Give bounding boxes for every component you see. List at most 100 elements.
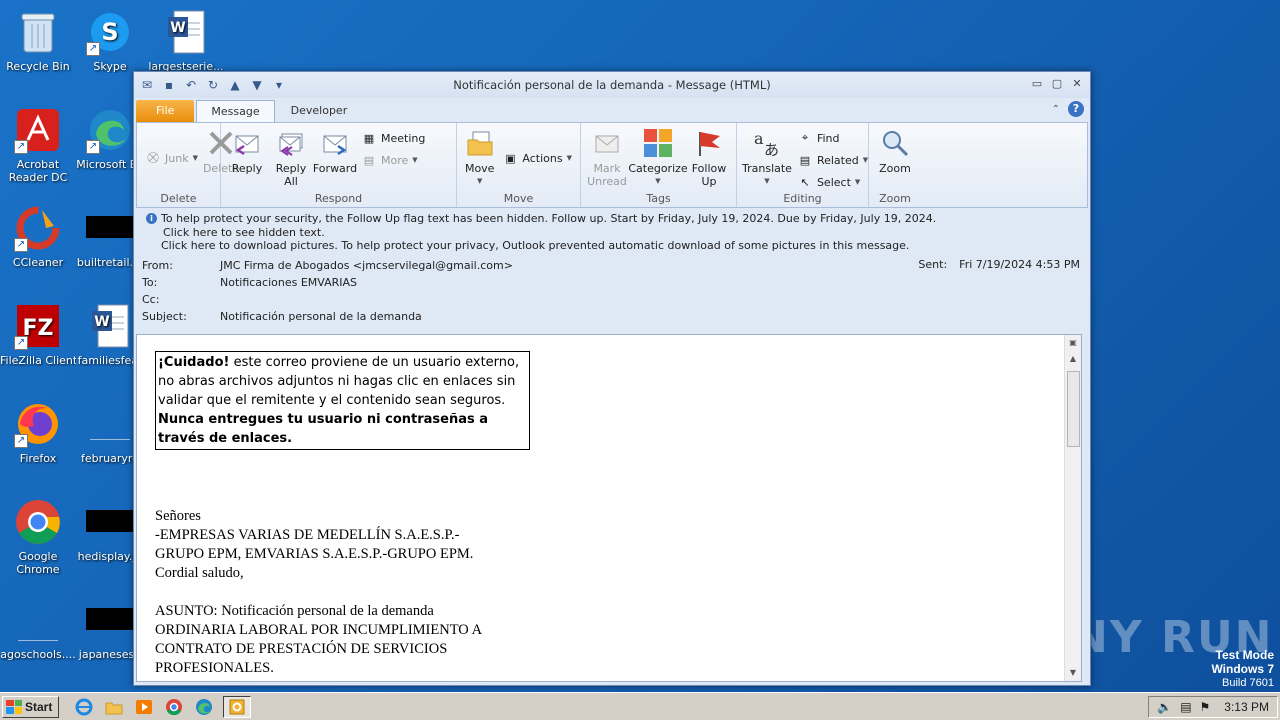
edge-taskbar-icon[interactable] bbox=[193, 696, 215, 718]
junk-icon: ⛒ bbox=[147, 151, 159, 164]
up-arrow-icon[interactable]: ▲ bbox=[226, 76, 244, 94]
vertical-scrollbar[interactable]: ▣ ▲ ▼ bbox=[1064, 335, 1081, 681]
undo-icon[interactable]: ↶ bbox=[182, 76, 200, 94]
to-value[interactable]: Notificaciones EMVARIAS bbox=[220, 276, 357, 289]
desktop-icon-recycle-bin[interactable]: Recycle Bin bbox=[0, 8, 76, 73]
chrome-icon bbox=[14, 498, 62, 546]
group-label: Editing bbox=[783, 192, 822, 205]
start-label: Start bbox=[25, 699, 53, 714]
media-player-icon[interactable] bbox=[133, 696, 155, 718]
ribbon-help-area: ⌃ ? bbox=[1052, 101, 1084, 117]
network-icon[interactable]: ▤ bbox=[1180, 700, 1191, 714]
internet-explorer-icon[interactable] bbox=[73, 696, 95, 718]
translate-label: Translate bbox=[742, 162, 792, 175]
message-body[interactable]: ¡Cuidado! este correo proviene de un usu… bbox=[136, 334, 1082, 682]
svg-text:S: S bbox=[101, 18, 118, 46]
filezilla-icon: FZ ↗ bbox=[14, 302, 62, 350]
group-delete: ⛒ Junk ▼ Delete Delete bbox=[137, 123, 239, 207]
scroll-thumb[interactable] bbox=[1067, 371, 1080, 447]
scroll-up-icon[interactable]: ▲ bbox=[1065, 351, 1081, 367]
outlook-envelope-icon[interactable]: ✉ bbox=[138, 76, 156, 94]
start-button[interactable]: Start bbox=[2, 695, 60, 718]
reply-label: Reply bbox=[231, 162, 263, 175]
redo-icon[interactable]: ↻ bbox=[204, 76, 222, 94]
desktop-icon-agoschools[interactable]: agoschools.... bbox=[0, 596, 76, 661]
firefox-icon: ↗ bbox=[14, 400, 62, 448]
maximize-icon[interactable]: ▢ bbox=[1048, 75, 1066, 91]
close-icon[interactable]: ✕ bbox=[1068, 75, 1086, 91]
shortcut-arrow-icon: ↗ bbox=[14, 238, 28, 252]
forward-label: Forward bbox=[312, 162, 358, 175]
chrome-taskbar-icon[interactable] bbox=[163, 696, 185, 718]
scroll-down-icon[interactable]: ▼ bbox=[1065, 665, 1081, 681]
title-bar: ✉ ▪ ↶ ↻ ▲ ▼ ▾ Notificación personal de l… bbox=[134, 72, 1090, 98]
action-center-flag-icon[interactable]: ⚑ bbox=[1200, 700, 1211, 714]
minimize-icon[interactable]: ▭ bbox=[1028, 75, 1046, 91]
desktop-icon-label: Firefox bbox=[19, 452, 57, 465]
junk-label: Junk bbox=[165, 151, 189, 165]
meeting-icon: ▦ bbox=[363, 131, 375, 145]
info-icon: i bbox=[146, 213, 157, 225]
scroll-options-icon[interactable]: ▣ bbox=[1065, 335, 1081, 351]
subject-line-4: PROFESIONALES. bbox=[155, 660, 274, 676]
junk-button[interactable]: ⛒ Junk ▼ bbox=[145, 149, 198, 167]
desktop-icon-acrobat[interactable]: ↗ Acrobat Reader DC bbox=[0, 106, 76, 184]
more-label: More bbox=[381, 153, 409, 167]
desktop-icon-skype[interactable]: S ↗ Skype bbox=[72, 8, 148, 73]
svg-text:あ: あ bbox=[764, 141, 779, 158]
group-label: Move bbox=[503, 192, 534, 205]
volume-icon[interactable]: 🔈 bbox=[1157, 700, 1172, 714]
subject-line-3: CONTRATO DE PRESTACIÓN DE SERVICIOS bbox=[155, 641, 448, 657]
clock[interactable]: 3:13 PM bbox=[1224, 700, 1269, 714]
tab-file[interactable]: File bbox=[136, 100, 195, 122]
help-icon[interactable]: ? bbox=[1068, 101, 1084, 117]
meeting-button[interactable]: ▦ Meeting bbox=[361, 129, 426, 147]
desktop-icon-chrome[interactable]: Google Chrome bbox=[0, 498, 76, 576]
info-follow-up-text[interactable]: To help protect your security, the Follo… bbox=[161, 212, 936, 226]
more-icon: ▤ bbox=[363, 153, 375, 167]
more-button[interactable]: ▤ More ▼ bbox=[361, 151, 425, 169]
subject-line-1: ASUNTO: Notificación personal de la dema… bbox=[155, 603, 434, 619]
subject-value: Notificación personal de la demanda bbox=[220, 309, 422, 323]
actions-icon: ▣ bbox=[505, 151, 516, 165]
test-mode-line2: Windows 7 bbox=[1211, 662, 1274, 676]
desktop-icon-firefox[interactable]: ↗ Firefox bbox=[0, 400, 76, 465]
collapse-ribbon-icon[interactable]: ⌃ bbox=[1052, 104, 1060, 115]
mark-unread-label-1: Mark bbox=[593, 162, 621, 175]
desktop-icon-largestseries[interactable]: W largestserie... bbox=[148, 8, 224, 73]
from-label: From: bbox=[142, 258, 173, 272]
group-label: Tags bbox=[646, 192, 671, 205]
sent-info: Sent: Fri 7/19/2024 4:53 PM bbox=[918, 258, 1080, 271]
related-icon: ▤ bbox=[799, 153, 811, 167]
info-bar: i To help protect your security, the Fol… bbox=[134, 208, 1090, 253]
recipient-line-1: -EMPRESAS VARIAS DE MEDELLÍN S.A.E.S.P.- bbox=[155, 527, 460, 543]
group-zoom: Zoom Zoom bbox=[869, 123, 921, 207]
customize-qat-icon[interactable]: ▾ bbox=[270, 76, 288, 94]
save-icon[interactable]: ▪ bbox=[160, 76, 178, 94]
desktop-icon-filezilla[interactable]: FZ ↗ FileZilla Client bbox=[0, 302, 76, 367]
tab-developer[interactable]: Developer bbox=[277, 100, 362, 122]
ribbon: ⛒ Junk ▼ Delete Delete Reply Reply All F… bbox=[136, 122, 1088, 208]
select-label: Select bbox=[816, 175, 851, 189]
find-button[interactable]: ⌖ Find bbox=[797, 129, 868, 147]
from-value[interactable]: JMC Firma de Abogados <jmcservilegal@gma… bbox=[220, 259, 513, 272]
message-headers: From: JMC Firma de Abogados <jmcservileg… bbox=[134, 253, 1090, 325]
recipient-line-2: GRUPO EPM, EMVARIAS S.A.E.S.P.-GRUPO EPM… bbox=[155, 546, 474, 562]
dropdown-caret-icon: ▼ bbox=[854, 178, 861, 186]
actions-button[interactable]: ▣ Actions ▼ bbox=[502, 149, 572, 167]
dropdown-caret-icon: ▼ bbox=[566, 154, 572, 162]
tab-message[interactable]: Message bbox=[196, 100, 275, 122]
outlook-taskbar-icon[interactable] bbox=[223, 695, 252, 718]
follow-up-flag-icon bbox=[693, 127, 725, 159]
select-button[interactable]: ↖ Select ▼ bbox=[797, 173, 868, 191]
forward-icon bbox=[319, 127, 351, 159]
desktop-icon-ccleaner[interactable]: ↗ CCleaner bbox=[0, 204, 76, 269]
file-explorer-icon[interactable] bbox=[103, 696, 125, 718]
warning-bold-title: ¡Cuidado! bbox=[158, 355, 230, 370]
meeting-label: Meeting bbox=[381, 131, 426, 145]
down-arrow-icon[interactable]: ▼ bbox=[248, 76, 266, 94]
related-button[interactable]: ▤ Related ▼ bbox=[797, 151, 868, 169]
info-hidden-text-link[interactable]: Click here to see hidden text. bbox=[146, 226, 1090, 240]
test-mode-notice: Test Mode Windows 7 Build 7601 bbox=[1211, 648, 1274, 690]
info-download-pictures-link[interactable]: Click here to download pictures. To help… bbox=[146, 239, 1090, 253]
